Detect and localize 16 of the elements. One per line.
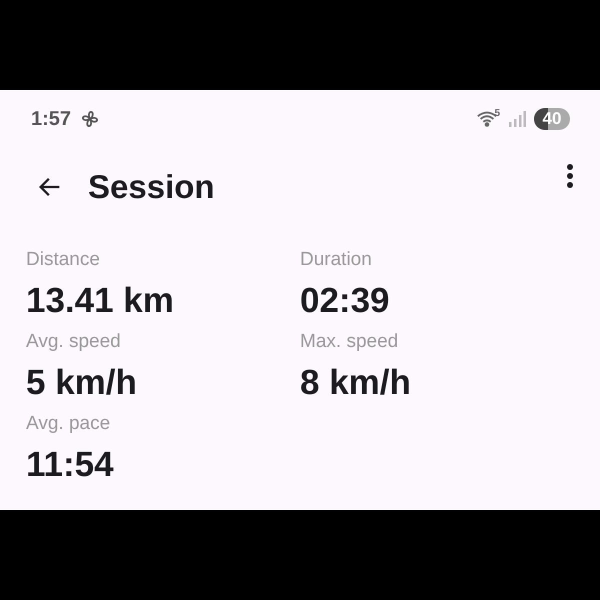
screen-title: Session (88, 168, 216, 206)
stat-label: Avg. pace (26, 412, 112, 436)
stat-value: 11:54 (26, 444, 115, 486)
wifi-icon (476, 109, 498, 129)
stat-value: 5 km/h (26, 362, 138, 404)
status-time: 1:57 (31, 108, 72, 130)
wifi-band-label: 5 (494, 108, 500, 118)
more-icon (566, 163, 574, 189)
stat-label: Duration (300, 248, 373, 272)
stat-value: 13.41 km (26, 280, 175, 322)
stat-label: Max. speed (300, 330, 400, 354)
stat-label: Avg. speed (26, 330, 122, 354)
stat-value: 8 km/h (300, 362, 412, 404)
stat-value: 02:39 (300, 280, 391, 322)
signal-icon (508, 110, 526, 128)
stat-label: Distance (26, 248, 101, 272)
